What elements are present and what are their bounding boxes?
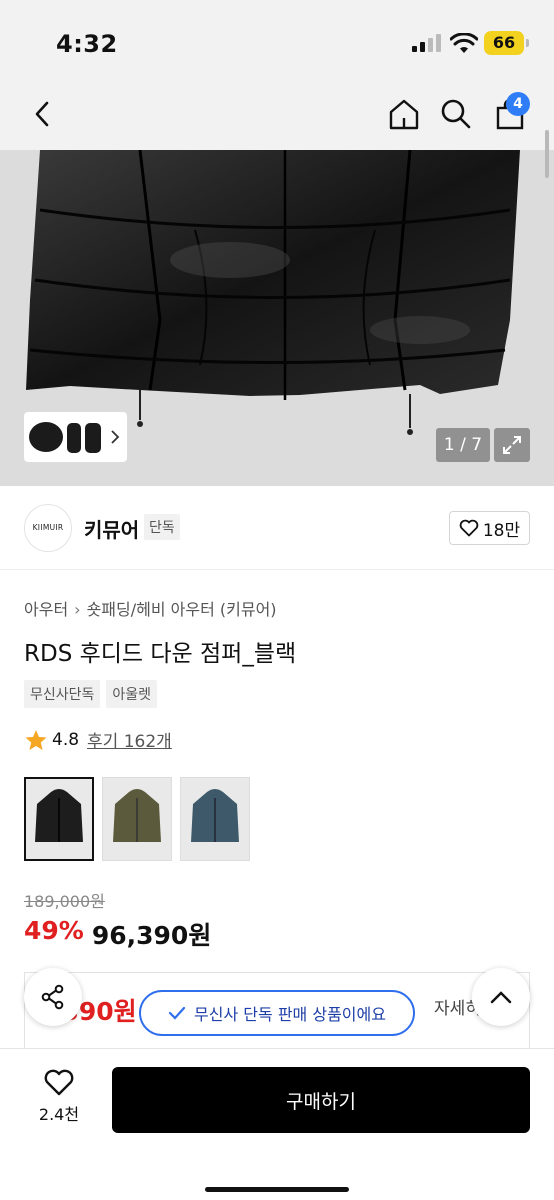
image-thumbnail-strip[interactable] [24, 412, 127, 462]
breadcrumb-item[interactable]: 아우터 [24, 600, 68, 619]
discount-rate: 49% [24, 916, 84, 945]
share-button[interactable] [24, 968, 82, 1026]
product-title: RDS 후디드 다운 점퍼_블랙 [24, 641, 297, 667]
exclusive-toast: 무신사 단독 판매 상품이에요 [139, 990, 415, 1036]
jacket-thumbnail [113, 789, 161, 842]
battery-nub [526, 39, 529, 47]
brand-like-button[interactable]: 18만 [449, 511, 530, 545]
wishlist-count: 2.4천 [38, 1105, 80, 1124]
review-link[interactable]: 후기 162개 [87, 727, 172, 752]
search-button[interactable] [436, 94, 476, 134]
exclusive-tag: 단독 [144, 514, 180, 540]
battery-level: 66 [484, 31, 524, 55]
breadcrumb-separator-icon: › [74, 600, 81, 619]
breadcrumb: 아우터 › 숏패딩/헤비 아우터 (키뮤어) [24, 596, 277, 620]
brand-like-count: 18만 [482, 520, 521, 541]
heart-icon [44, 1069, 74, 1096]
top-navigation: 4 [0, 80, 554, 150]
cellular-signal-icon [412, 34, 442, 52]
color-option-khaki[interactable] [102, 777, 172, 861]
product-tag: 아울렛 [106, 680, 158, 708]
image-counter: 1 / 7 [436, 428, 490, 462]
jacket-thumbnail [35, 789, 83, 842]
cart-count-badge: 4 [506, 92, 530, 116]
expand-icon [503, 436, 521, 454]
page-scrollbar[interactable] [545, 130, 549, 178]
back-button[interactable] [22, 94, 62, 134]
wifi-icon [450, 33, 478, 53]
price-row: 49% 96,390원 [24, 916, 211, 952]
sale-price: 96,390원 [91, 921, 212, 950]
color-option-black[interactable] [24, 777, 94, 861]
product-tags: 무신사단독 아울렛 [24, 680, 158, 708]
chevron-right-icon [111, 430, 120, 444]
brand-name[interactable]: 키뮤어 [84, 514, 139, 543]
rating-score: 4.8 [52, 729, 80, 750]
original-price: 189,000원 [24, 892, 105, 911]
wishlist-button[interactable]: 2.4천 [24, 1069, 94, 1125]
home-indicator [205, 1187, 349, 1192]
jacket-thumbnail [191, 789, 239, 842]
home-button[interactable] [384, 94, 424, 134]
star-icon [25, 729, 47, 750]
rating-row: 4.8 후기 162개 [24, 727, 172, 752]
scroll-top-button[interactable] [472, 968, 530, 1026]
product-tag: 무신사단독 [24, 680, 101, 708]
color-options [24, 777, 250, 861]
check-icon [168, 1006, 186, 1020]
bottom-action-bar: 2.4천 구매하기 [0, 1048, 554, 1200]
home-icon [389, 99, 419, 130]
breadcrumb-item[interactable]: 숏패딩/헤비 아우터 (키뮤어) [87, 600, 277, 619]
status-time: 4:32 [56, 30, 118, 58]
heart-icon [459, 519, 479, 537]
brand-row: KIIMUIR 키뮤어 단독 18만 [0, 486, 554, 570]
share-icon [41, 984, 64, 1010]
color-option-blue[interactable] [180, 777, 250, 861]
brand-logo[interactable]: KIIMUIR [24, 504, 72, 552]
status-bar: 4:32 66 [0, 0, 554, 80]
toast-text: 무신사 단독 판매 상품이에요 [194, 1005, 386, 1024]
search-icon [441, 99, 471, 129]
chevron-up-icon [490, 991, 512, 1004]
thumbnail-images [29, 422, 101, 453]
chevron-left-icon [35, 101, 49, 127]
buy-button[interactable]: 구매하기 [112, 1067, 530, 1133]
expand-image-button[interactable] [494, 428, 530, 462]
